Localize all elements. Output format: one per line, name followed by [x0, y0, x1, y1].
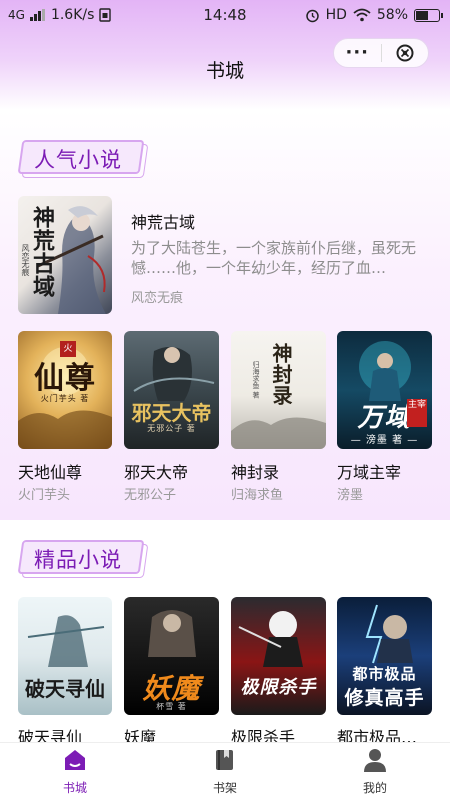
book-cover-title: 仙尊 [34, 361, 96, 396]
bottom-tab-bar: 书城 书架 我的 [0, 742, 450, 800]
tab-mine[interactable]: 我的 [300, 743, 450, 800]
book-cover[interactable]: 破天寻仙 [18, 597, 112, 715]
book-cover[interactable]: 万域 主宰 — 滂墨 著 — [337, 331, 432, 449]
book-name[interactable]: 邪天大帝 [124, 459, 222, 483]
tab-label: 书城 [62, 781, 87, 795]
book-author: 归海求鱼 [231, 488, 284, 503]
hd-label: HD [325, 7, 347, 23]
mini-program-capsule: ··· [333, 38, 429, 68]
circle-close-icon[interactable] [382, 43, 429, 63]
wifi-icon [353, 8, 371, 22]
book-cover-title: 都市极品 [352, 665, 417, 683]
battery-icon [414, 8, 443, 22]
book-name[interactable]: 天地仙尊 [18, 459, 116, 483]
featured-book-author: 风恋无痕 [131, 291, 184, 306]
premium-title-text: 精品小说 [34, 548, 122, 572]
book-cover-title: 极限杀手 [240, 677, 317, 698]
book-cover-title: 邪天大帝 [131, 401, 212, 425]
book-author: 滂墨 [337, 488, 364, 503]
book-cover[interactable]: 神封录 归海求鱼 著 [231, 331, 326, 449]
tab-bookstore[interactable]: 书城 [0, 743, 150, 800]
book-cover-subtitle: 修真高手 [344, 687, 425, 709]
bookshelf-icon [216, 750, 233, 770]
book-name[interactable]: 万域主宰 [337, 459, 435, 483]
tab-label: 书架 [212, 781, 237, 795]
featured-cover-author: 风恋无痕 [21, 244, 30, 276]
book-cover-title: 破天寻仙 [25, 677, 105, 701]
alarm-icon [305, 9, 319, 22]
featured-book-name[interactable]: 神荒古域 [131, 209, 195, 233]
status-right: HD 58% [305, 7, 443, 23]
premium-section-title: 精品小说 [17, 540, 149, 578]
home-icon [65, 750, 85, 770]
book-cover-author: 火门芋头 著 [40, 394, 90, 403]
book-cover-author: 无邪公子 著 [147, 424, 196, 433]
popular-title-text: 人气小说 [34, 148, 122, 172]
tab-bookshelf[interactable]: 书架 [150, 743, 300, 800]
book-author: 火门芋头 [18, 488, 71, 503]
featured-book-desc: 为了大陆苍生，一个家族前仆后继，虽死无憾……他，一个年幼少年，经历了血… [131, 239, 417, 277]
user-icon [364, 749, 386, 772]
featured-book-cover[interactable]: 神荒古域 风恋无痕 [18, 196, 112, 314]
tab-label: 我的 [362, 781, 387, 795]
status-bar: 4G 1.6K/s 14:48 HD 58% [0, 0, 450, 30]
book-cover[interactable]: 都市极品 修真高手 [337, 597, 432, 715]
book-author: 无邪公子 [124, 488, 177, 503]
book-cover-title: 神封录 [269, 343, 293, 406]
book-cover-author: — 滂墨 著 — [350, 435, 419, 446]
book-cover[interactable]: 邪天大帝 无邪公子 著 [124, 331, 219, 449]
book-cover[interactable]: 火 仙尊 火门芋头 著 [18, 331, 112, 449]
book-cover-author: 杯雪 著 [156, 702, 187, 711]
cover-badge: 主宰 [407, 399, 427, 427]
book-cover-author: 归海求鱼 著 [252, 361, 260, 399]
more-dots-icon[interactable]: ··· [334, 39, 381, 67]
book-cover[interactable]: 妖魔 杯雪 著 [124, 597, 219, 715]
popular-section-title: 人气小说 [17, 140, 149, 178]
book-name[interactable]: 神封录 [231, 459, 329, 483]
battery-percent: 58% [376, 7, 408, 23]
book-cover[interactable]: 极限杀手 [231, 597, 326, 715]
